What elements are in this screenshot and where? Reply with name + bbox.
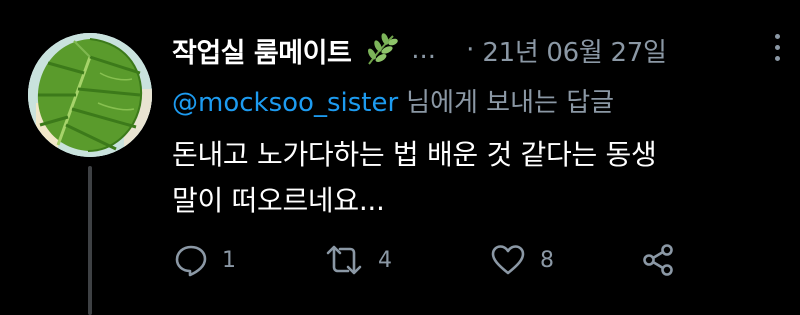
share-button[interactable] [640, 238, 676, 282]
retweet-icon [326, 245, 362, 275]
herb-icon [363, 32, 399, 68]
replying-to: @mocksoo_sister 님에게 보내는 답글 [172, 82, 614, 119]
display-name[interactable]: 작업실 룸메이트 [172, 31, 352, 70]
tweet-date[interactable]: 21년 06월 27일 [482, 32, 667, 69]
reply-button[interactable]: 1 [174, 238, 236, 282]
retweet-button[interactable]: 4 [324, 238, 392, 282]
monstera-leaf-image [28, 33, 152, 157]
share-icon [643, 244, 673, 276]
tweet-text-line: 말이 떠오르네요... [172, 184, 385, 217]
reply-icon [175, 245, 207, 277]
reply-to-mention[interactable]: @mocksoo_sister [172, 88, 398, 118]
like-button[interactable]: 8 [490, 238, 554, 282]
thread-line [88, 166, 92, 315]
tweet-text-line: 돈내고 노가다하는 법 배운 것 같다는 동생 [172, 138, 657, 171]
avatar[interactable] [28, 33, 152, 157]
heart-icon [491, 245, 525, 275]
reply-to-suffix: 님에게 보내는 답글 [406, 88, 615, 118]
handle-truncated[interactable]: ... [411, 35, 436, 65]
more-options-icon[interactable] [772, 34, 782, 66]
retweet-count: 4 [378, 247, 392, 273]
dot-separator: · [466, 35, 475, 65]
tweet-text: 돈내고 노가다하는 법 배운 것 같다는 동생 말이 떠오르네요... [172, 132, 772, 224]
like-count: 8 [540, 247, 554, 273]
tweet-header: 작업실 룸메이트 ... · 21년 06월 27일 [172, 28, 782, 72]
action-bar: 1 4 8 [172, 238, 692, 282]
reply-count: 1 [222, 247, 236, 273]
